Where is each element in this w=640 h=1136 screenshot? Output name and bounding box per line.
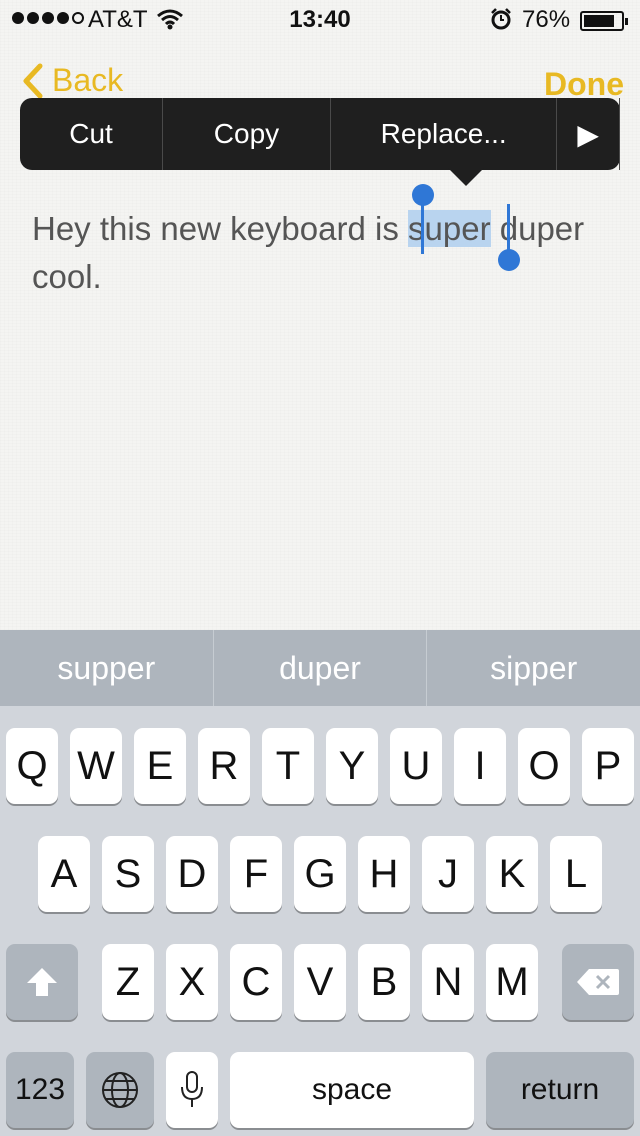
key[interactable]: F xyxy=(230,836,282,912)
selection-start-caret xyxy=(421,204,424,254)
key[interactable]: X xyxy=(166,944,218,1020)
suggestion-item[interactable]: duper xyxy=(214,630,428,706)
back-button[interactable]: Back xyxy=(22,62,123,99)
menu-pointer xyxy=(448,168,484,186)
key[interactable]: P xyxy=(582,728,634,804)
space-key[interactable]: space xyxy=(230,1052,474,1128)
key[interactable]: U xyxy=(390,728,442,804)
key[interactable]: D xyxy=(166,836,218,912)
key[interactable]: I xyxy=(454,728,506,804)
selection-start-handle[interactable] xyxy=(412,184,434,206)
key[interactable]: A xyxy=(38,836,90,912)
key[interactable]: E xyxy=(134,728,186,804)
key[interactable]: Z xyxy=(102,944,154,1020)
selection-end-handle[interactable] xyxy=(498,249,520,271)
suggestion-item[interactable]: sipper xyxy=(427,630,640,706)
suggestion-item[interactable]: supper xyxy=(0,630,214,706)
key[interactable]: T xyxy=(262,728,314,804)
chevron-left-icon xyxy=(23,63,43,98)
alarm-icon xyxy=(490,8,512,37)
battery-icon xyxy=(580,11,628,31)
key[interactable]: V xyxy=(294,944,346,1020)
key[interactable]: N xyxy=(422,944,474,1020)
status-bar: AT&T 13:40 76% xyxy=(0,0,640,40)
note-text[interactable]: Hey this new keyboard is super duper coo… xyxy=(32,205,622,301)
backspace-icon xyxy=(577,969,619,995)
keyboard: supper duper sipper Q W E R T Y U I O P … xyxy=(0,630,640,1136)
more-menu-arrow-icon[interactable]: ▶ xyxy=(557,98,620,170)
key[interactable]: S xyxy=(102,836,154,912)
key[interactable]: J xyxy=(422,836,474,912)
key[interactable]: O xyxy=(518,728,570,804)
copy-menu-item[interactable]: Copy xyxy=(163,98,331,170)
globe-key[interactable] xyxy=(86,1052,154,1128)
suggestion-bar: supper duper sipper xyxy=(0,630,640,706)
battery-percent: 76% xyxy=(522,6,571,33)
key[interactable]: M xyxy=(486,944,538,1020)
cut-menu-item[interactable]: Cut xyxy=(20,98,164,170)
key[interactable]: K xyxy=(486,836,538,912)
key[interactable]: G xyxy=(294,836,346,912)
shift-key[interactable] xyxy=(6,944,78,1020)
replace-menu-item[interactable]: Replace... xyxy=(331,98,558,170)
key[interactable]: R xyxy=(198,728,250,804)
key[interactable]: Y xyxy=(326,728,378,804)
back-label: Back xyxy=(52,62,124,98)
key[interactable]: L xyxy=(550,836,602,912)
numbers-key[interactable]: 123 xyxy=(6,1052,74,1128)
note-text-before: Hey this new keyboard is xyxy=(32,210,409,247)
delete-key[interactable] xyxy=(562,944,634,1020)
microphone-icon xyxy=(181,1071,203,1107)
key[interactable]: W xyxy=(70,728,122,804)
key[interactable]: H xyxy=(358,836,410,912)
dictation-key[interactable] xyxy=(166,1052,218,1128)
return-key[interactable]: return xyxy=(486,1052,634,1128)
globe-icon xyxy=(102,1072,138,1108)
edit-menu: Cut Copy Replace... ▶ xyxy=(20,98,620,186)
shift-arrow-icon xyxy=(27,968,57,996)
key[interactable]: C xyxy=(230,944,282,1020)
key[interactable]: B xyxy=(358,944,410,1020)
selection-end-caret xyxy=(507,204,510,254)
key[interactable]: Q xyxy=(6,728,58,804)
